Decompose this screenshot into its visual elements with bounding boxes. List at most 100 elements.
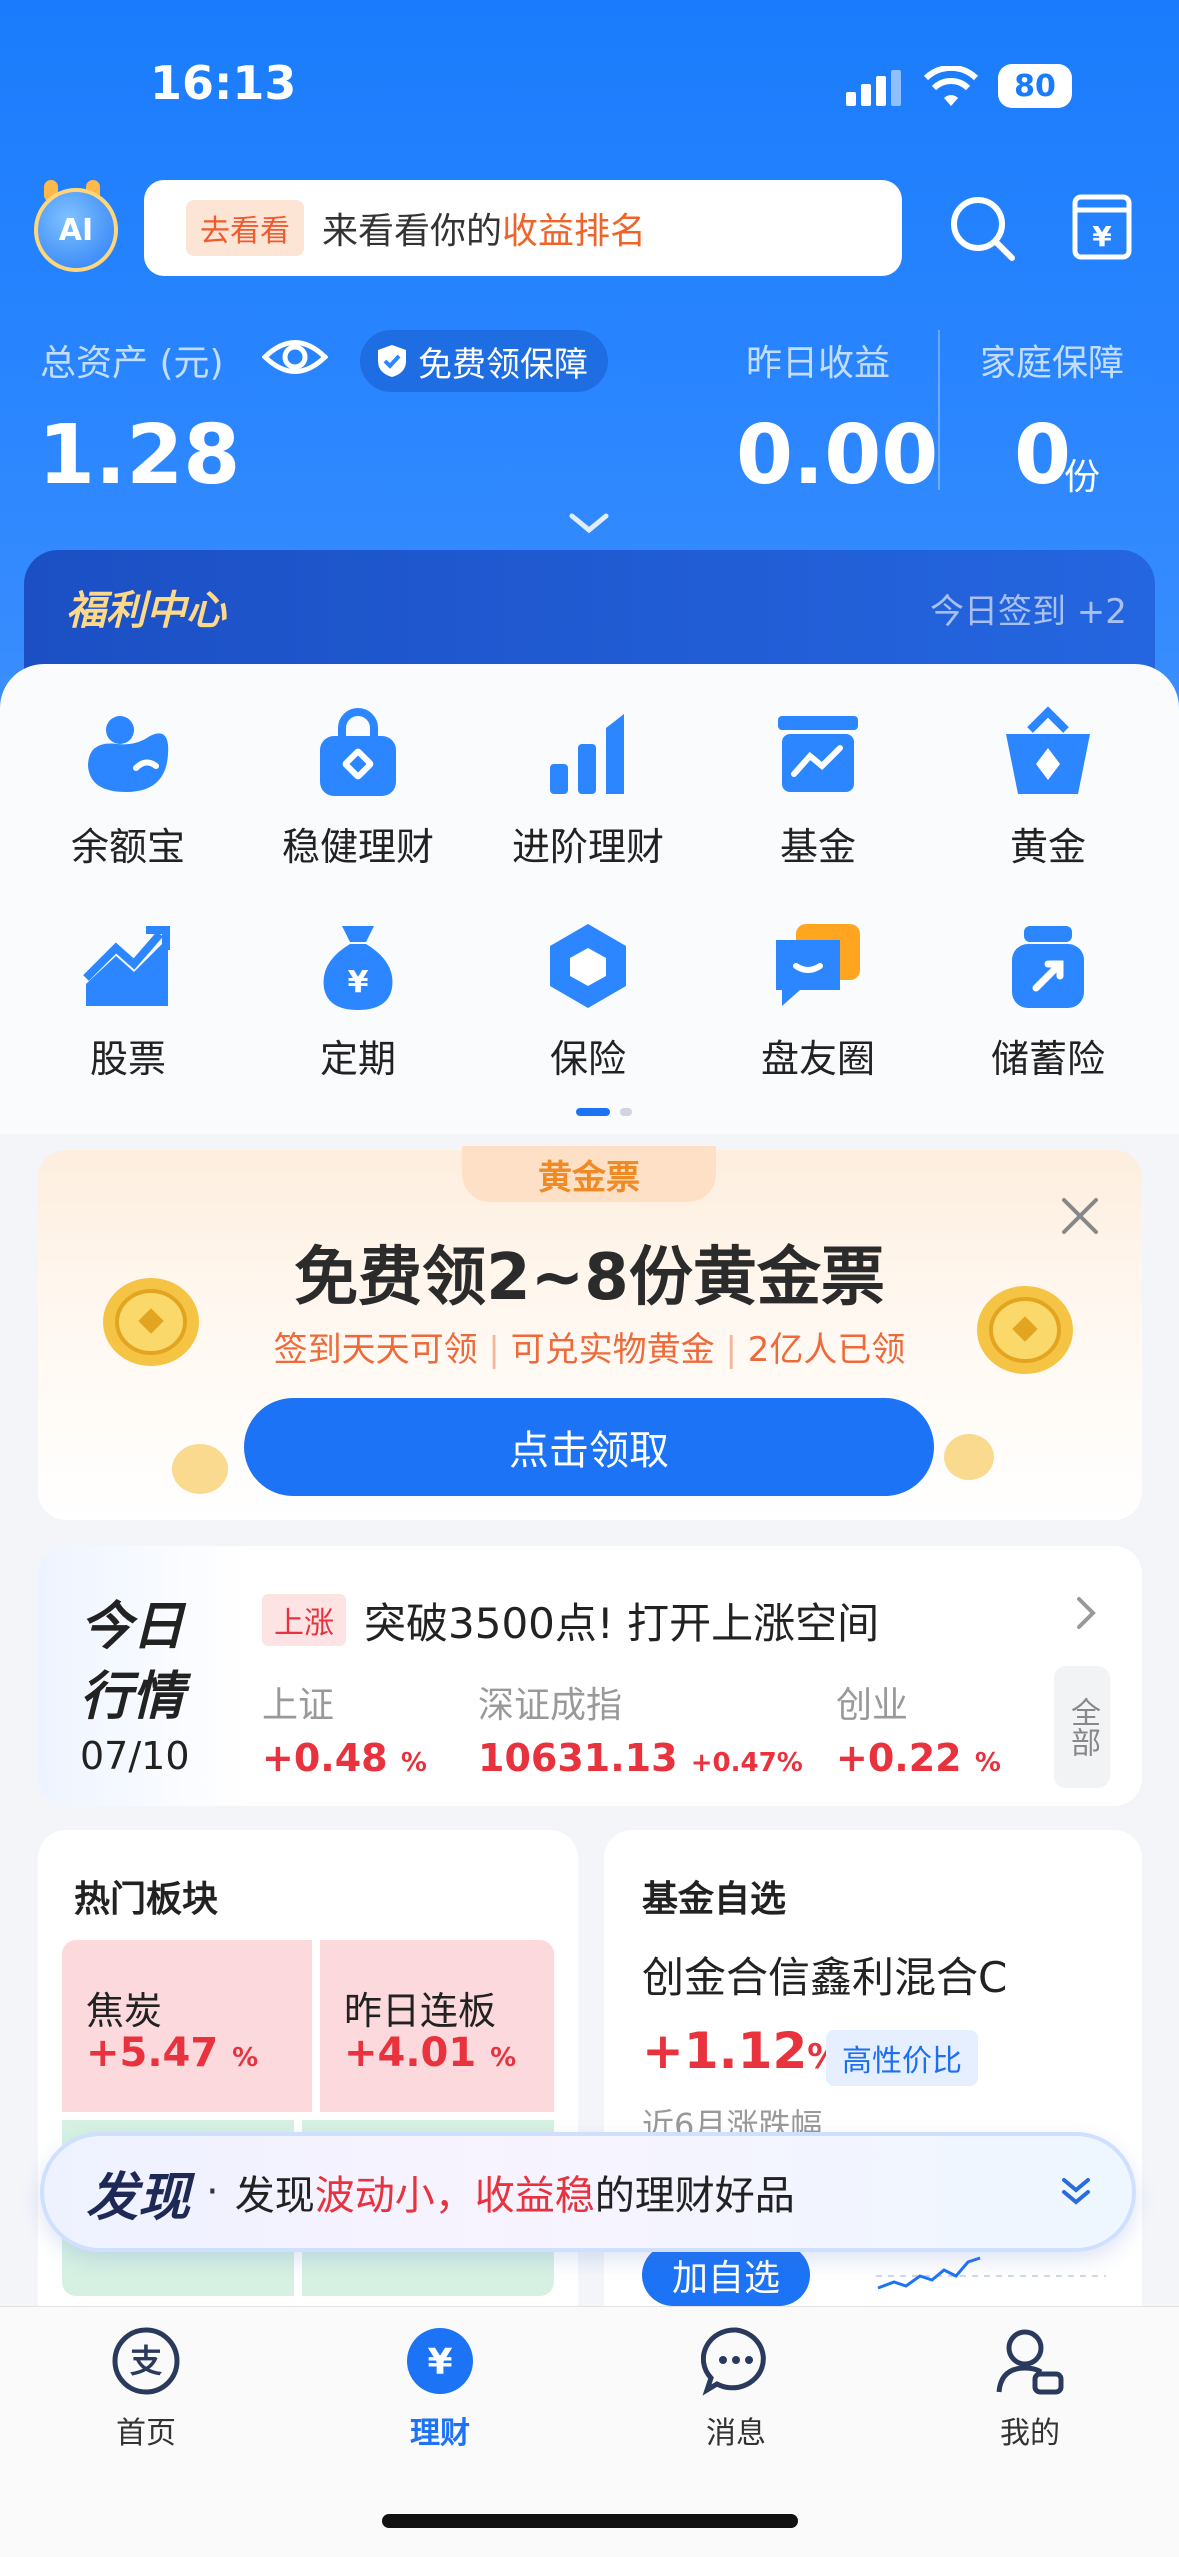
message-icon <box>700 2326 771 2400</box>
discover-comma: ， <box>434 2173 475 2219</box>
total-assets-label: 总资产 (元) <box>40 343 224 384</box>
discover-prefix: 发现 <box>234 2173 315 2219</box>
yesterday-income-label: 昨日收益 <box>746 343 891 384</box>
profile-icon <box>995 2326 1065 2400</box>
index-change: +0.22 <box>836 1736 962 1780</box>
bill-icon[interactable]: ¥ <box>1072 194 1142 264</box>
alipay-icon: 支 <box>111 2326 181 2400</box>
discover-label: 发现 <box>86 2167 191 2228</box>
market-title-2: 行情 <box>80 1667 185 1727</box>
grid-label: 进阶理财 <box>511 825 664 869</box>
hot-sectors-title: 热门板块 <box>74 1879 219 1920</box>
svg-text:¥: ¥ <box>348 965 369 1000</box>
market-title-1: 今日 <box>80 1597 185 1657</box>
tab-label: 消息 <box>706 2416 766 2451</box>
tab-finance[interactable]: ¥ 理财 <box>340 2326 540 2452</box>
sector-unit: % <box>490 2043 517 2073</box>
rise-badge: 上涨 <box>262 1594 346 1646</box>
family-guarantee-value: 0 <box>1014 408 1072 503</box>
sector-name: 焦炭 <box>86 1989 163 2033</box>
search-bar[interactable]: 去看看 来看看你的 收益排名 <box>144 180 902 276</box>
grid-item-fixed-term[interactable]: ¥ 定期 <box>258 918 458 1108</box>
grid-item-yuebao[interactable]: 余额宝 <box>28 706 228 896</box>
grid-item-savings-insurance[interactable]: 储蓄险 <box>948 918 1148 1108</box>
grid-item-steady-finance[interactable]: 稳健理财 <box>258 706 458 896</box>
eye-icon[interactable] <box>261 332 329 386</box>
grid-label: 黄金 <box>1009 825 1086 869</box>
search-highlight: 收益排名 <box>502 211 647 252</box>
total-assets-value: 1.28 <box>38 408 241 503</box>
page-indicator-active <box>576 1108 610 1116</box>
grid-item-fund[interactable]: 基金 <box>718 706 918 896</box>
chevron-down-icon[interactable] <box>568 512 610 540</box>
divider <box>938 330 940 490</box>
grid-label: 稳健理财 <box>281 825 434 869</box>
bars-icon <box>540 706 636 802</box>
discover-banner[interactable]: 发现 · 发现 波动小，收益稳 的理财好品 <box>40 2132 1136 2252</box>
gold-coin-small-icon <box>172 1444 228 1494</box>
gold-coin-icon <box>970 1280 1080 1384</box>
gold-coin-icon <box>96 1272 206 1376</box>
discover-suffix: 的理财好品 <box>594 2173 795 2219</box>
yen-icon: ¥ <box>405 2326 475 2400</box>
fund-name: 创金合信鑫利混合C <box>642 1953 1008 2002</box>
grid-item-gold[interactable]: 黄金 <box>948 706 1148 896</box>
grid-item-stock[interactable]: 股票 <box>28 918 228 1108</box>
fund-pick-title: 基金自选 <box>642 1879 787 1920</box>
tab-label: 我的 <box>1000 2416 1060 2451</box>
sector-name: 昨日连板 <box>344 1989 497 2033</box>
grid-label: 盘友圈 <box>760 1037 875 1081</box>
welfare-title: 福利中心 <box>66 588 226 634</box>
bag-icon <box>310 706 406 802</box>
chat-icon <box>770 918 866 1014</box>
wifi-icon <box>923 64 979 112</box>
market-date: 07/10 <box>80 1734 190 1778</box>
index-name: 深证成指 <box>478 1685 623 1726</box>
claim-button[interactable]: 点击领取 <box>244 1398 934 1496</box>
sector-value: +4.01 <box>344 2030 477 2076</box>
signal-icon <box>846 70 908 114</box>
subtitle-part: 2亿人已领 <box>747 1330 906 1370</box>
yuebao-icon <box>80 706 176 802</box>
tab-messages[interactable]: 消息 <box>636 2326 836 2452</box>
status-time: 16:13 <box>150 56 297 110</box>
chevron-right-icon[interactable] <box>1076 1596 1096 1634</box>
gold-coin-small-icon <box>944 1434 994 1480</box>
svg-text:¥: ¥ <box>427 2342 452 2383</box>
index-points: 10631.13 <box>478 1736 678 1780</box>
shield-check-icon <box>376 343 408 379</box>
home-indicator[interactable] <box>382 2514 798 2528</box>
add-watchlist-button[interactable]: 加自选 <box>642 2244 810 2306</box>
grid-label: 股票 <box>89 1037 166 1081</box>
money-bag-icon: ¥ <box>310 918 406 1014</box>
index-value: 10631.13 +0.47% <box>478 1736 803 1780</box>
market-headline: 突破3500点! 打开上涨空间 <box>364 1599 880 1648</box>
index-name: 创业 <box>836 1685 909 1726</box>
search-icon[interactable] <box>948 194 1018 264</box>
fund-return-value: +1.12 <box>642 2022 808 2080</box>
grid-item-insurance[interactable]: 保险 <box>488 918 688 1108</box>
tab-profile[interactable]: 我的 <box>930 2326 1130 2452</box>
double-chevron-down-icon[interactable] <box>1058 2174 1094 2214</box>
sector-value: +5.47 <box>86 2030 219 2076</box>
sector-change: +4.01 % <box>344 2030 516 2076</box>
index-change: +0.47% <box>690 1748 803 1778</box>
family-guarantee-label: 家庭保障 <box>980 343 1125 384</box>
grid-item-advanced-finance[interactable]: 进阶理财 <box>488 706 688 896</box>
search-prefix: 来看看你的 <box>322 211 503 252</box>
discover-highlight-1: 波动小 <box>314 2173 435 2219</box>
gold-basket-icon <box>1000 706 1096 802</box>
index-value: +0.22 % <box>836 1736 1001 1780</box>
fund-tag: 高性价比 <box>826 2030 978 2086</box>
fund-return: +1.12% <box>642 2022 841 2080</box>
battery-level: 80 <box>1014 68 1056 104</box>
grid-item-community[interactable]: 盘友圈 <box>718 918 918 1108</box>
discover-dot: · <box>206 2169 219 2215</box>
yesterday-income-value: 0.00 <box>736 408 939 503</box>
all-indices-button[interactable]: 全部 <box>1054 1666 1110 1788</box>
sector-change: +5.47 % <box>86 2030 258 2076</box>
free-guarantee-button[interactable]: 免费领保障 <box>360 330 608 392</box>
ai-assistant-button[interactable]: AI <box>34 188 118 272</box>
tab-home[interactable]: 支 首页 <box>46 2326 246 2452</box>
gold-ticket-tag: 黄金票 <box>462 1146 716 1202</box>
